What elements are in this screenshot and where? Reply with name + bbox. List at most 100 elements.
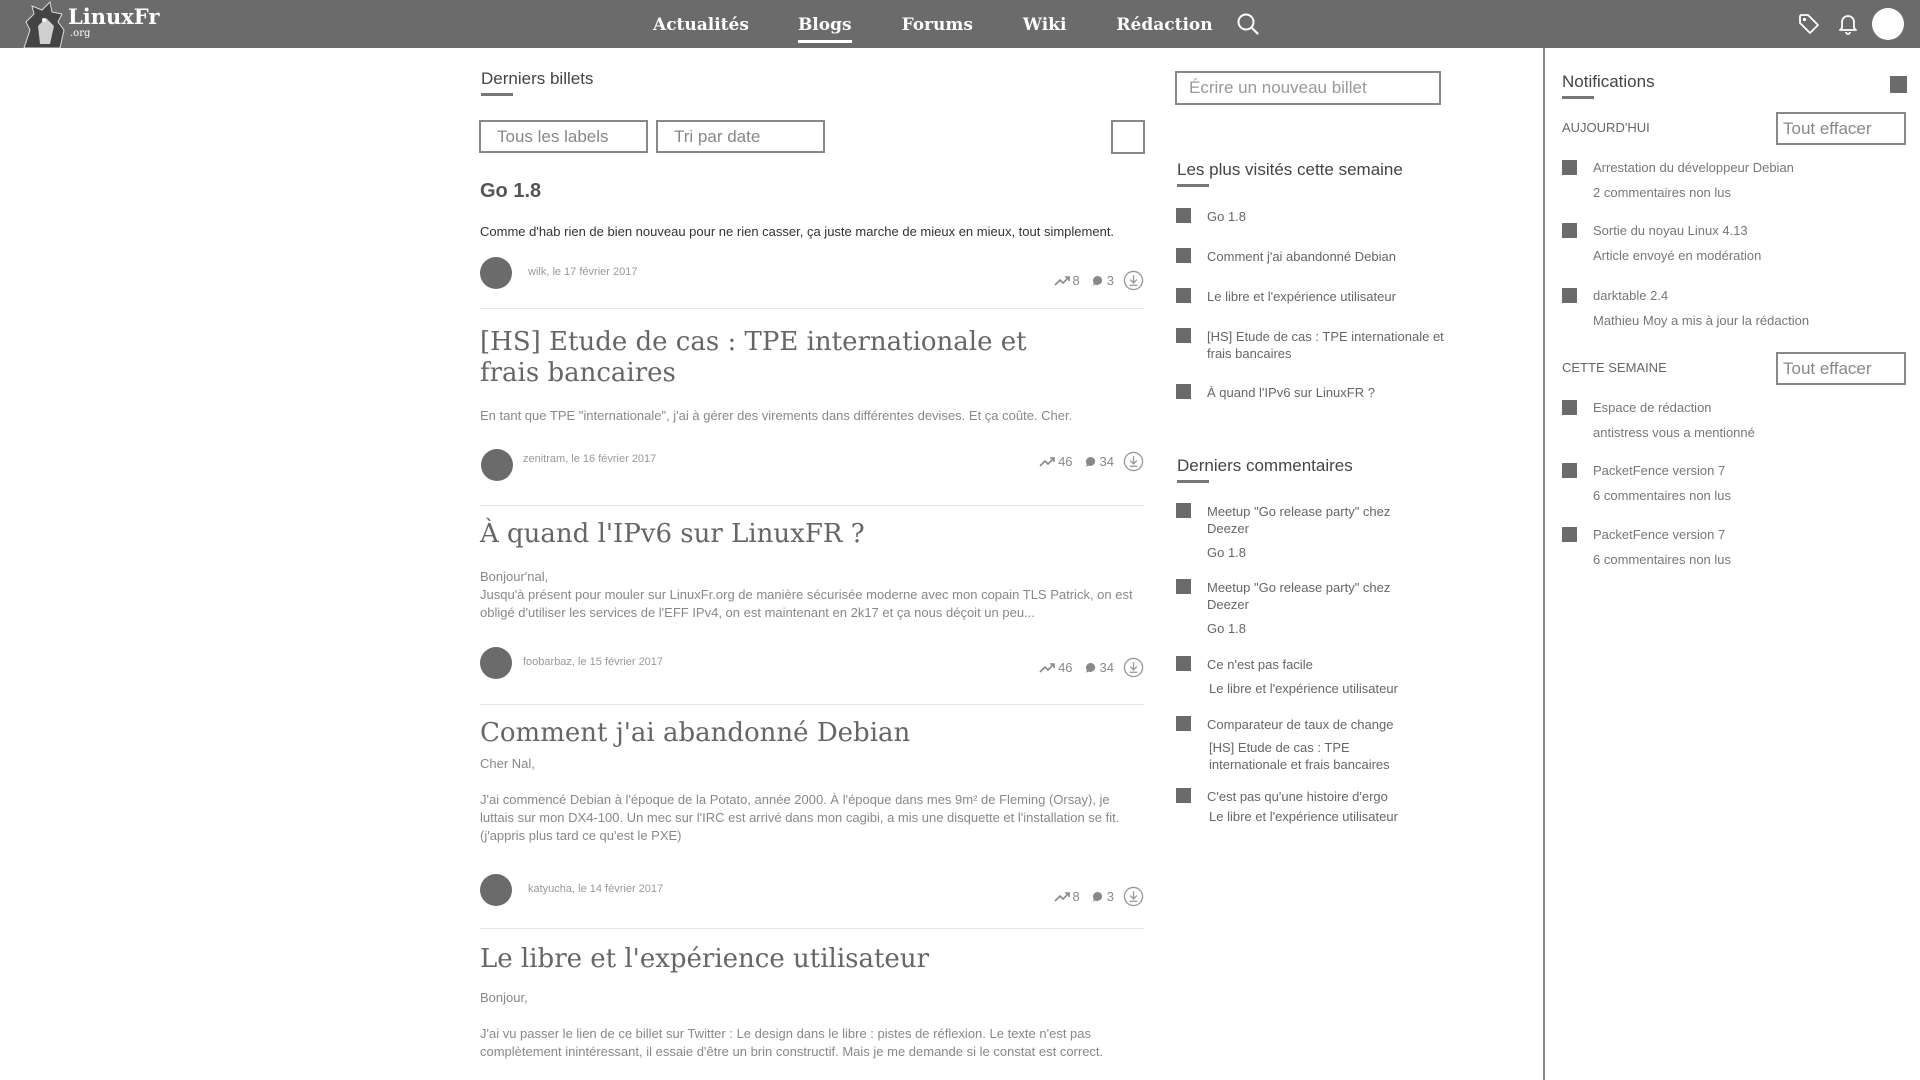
comment-icon [1085, 456, 1095, 467]
comment-count: 3 [1106, 273, 1114, 288]
trend-icon [1053, 275, 1070, 286]
logo-text[interactable]: LinuxFr [68, 4, 159, 29]
article-title[interactable]: Comment j'ai abandonné Debian [480, 718, 1144, 749]
most-visited-item[interactable]: Le libre et l'expérience utilisateur [1176, 288, 1446, 308]
most-visited-link[interactable]: [HS] Etude de cas : TPE internationale e… [1207, 328, 1445, 362]
notification-bullet[interactable] [1562, 400, 1577, 415]
nav-actualites[interactable]: Actualités [653, 0, 749, 48]
notification-detail: 6 commentaires non lus [1593, 488, 1732, 503]
most-visited-item[interactable]: Comment j'ai abandonné Debian [1176, 248, 1446, 268]
download-icon[interactable] [1123, 270, 1144, 291]
notification-item[interactable]: PacketFence version 7 6 commentaires non… [1562, 463, 1902, 507]
nav-blogs[interactable]: Blogs [797, 0, 852, 48]
close-panel-button[interactable] [1890, 76, 1907, 93]
notification-title[interactable]: Espace de rédaction [1593, 400, 1712, 415]
nav-forums[interactable]: Forums [902, 0, 973, 48]
view-toggle-button[interactable] [1111, 120, 1145, 154]
comments-stat[interactable]: 3 [1092, 273, 1114, 288]
author-avatar[interactable] [480, 874, 512, 906]
nav-redaction[interactable]: Rédaction [1116, 0, 1212, 48]
comment-item[interactable]: Ce n'est pas facile Le libre et l'expéri… [1176, 656, 1446, 696]
article-title[interactable]: À quand l'IPv6 sur LinuxFR ? [480, 519, 1144, 550]
article-intro: Bonjour'nal, [480, 569, 549, 584]
comment-article-link[interactable]: Go 1.8 [1207, 544, 1246, 561]
notifications-title: Notifications [1562, 72, 1655, 99]
notification-title[interactable]: darktable 2.4 [1593, 288, 1668, 303]
notification-title[interactable]: Arrestation du développeur Debian [1593, 160, 1794, 175]
comment-count: 34 [1099, 660, 1114, 675]
notification-bullet[interactable] [1562, 223, 1577, 238]
user-avatar[interactable] [1872, 8, 1904, 40]
article-title[interactable]: [HS] Etude de cas : TPE internationale e… [480, 327, 1080, 389]
notification-item[interactable]: PacketFence version 7 6 commentaires non… [1562, 527, 1902, 571]
article-author-date[interactable]: zenitram, le 16 février 2017 [523, 453, 656, 465]
comment-article-link[interactable]: [HS] Etude de cas : TPE internationale e… [1209, 739, 1409, 773]
write-new-post-input[interactable] [1175, 71, 1441, 105]
article-title[interactable]: Go 1.8 [480, 176, 1144, 207]
most-visited-item[interactable]: Go 1.8 [1176, 208, 1446, 228]
comment-item[interactable]: Meetup "Go release party" chez Deezer Go… [1176, 503, 1446, 563]
article-title[interactable]: Le libre et l'expérience utilisateur [480, 944, 1144, 975]
article-ipv6-linuxfr: À quand l'IPv6 sur LinuxFR ? Bonjour'nal… [480, 519, 1144, 679]
sort-select[interactable]: Tri par date [656, 120, 825, 153]
download-icon[interactable] [1123, 451, 1144, 472]
most-visited-item[interactable]: À quand l'IPv6 sur LinuxFR ? [1176, 384, 1446, 404]
comment-article-link[interactable]: Le libre et l'expérience utilisateur [1209, 808, 1398, 825]
notification-bullet[interactable] [1562, 463, 1577, 478]
notification-bullet[interactable] [1562, 160, 1577, 175]
comment-article-link[interactable]: Go 1.8 [1207, 620, 1246, 637]
article-excerpt: En tant que TPE "internationale", j'ai à… [480, 408, 1073, 423]
trend-stat: 46 [1039, 660, 1073, 675]
download-icon[interactable] [1123, 657, 1144, 678]
clear-week-button[interactable]: Tout effacer [1776, 352, 1906, 385]
comment-item[interactable]: Meetup "Go release party" chez Deezer Go… [1176, 579, 1446, 639]
most-visited-link[interactable]: À quand l'IPv6 sur LinuxFR ? [1207, 384, 1375, 401]
most-visited-link[interactable]: Le libre et l'expérience utilisateur [1207, 288, 1396, 305]
notification-bullet[interactable] [1562, 527, 1577, 542]
most-visited-link[interactable]: Comment j'ai abandonné Debian [1207, 248, 1396, 265]
notification-title[interactable]: PacketFence version 7 [1593, 463, 1725, 478]
most-visited-item[interactable]: [HS] Etude de cas : TPE internationale e… [1176, 328, 1446, 364]
comments-stat[interactable]: 34 [1085, 660, 1114, 675]
search-icon[interactable] [1236, 12, 1260, 36]
comments-stat[interactable]: 3 [1092, 889, 1114, 904]
comment-item[interactable]: C'est pas qu'une histoire d'ergo Le libr… [1176, 788, 1446, 828]
most-visited-link[interactable]: Go 1.8 [1207, 208, 1246, 225]
divider [480, 505, 1144, 506]
notification-item[interactable]: Espace de rédaction antistress vous a me… [1562, 400, 1902, 444]
comment-link[interactable]: C'est pas qu'une histoire d'ergo [1207, 788, 1388, 805]
notification-title[interactable]: Sortie du noyau Linux 4.13 [1593, 223, 1748, 238]
comment-link[interactable]: Comparateur de taux de change [1207, 716, 1393, 733]
notification-item[interactable]: Sortie du noyau Linux 4.13 Article envoy… [1562, 223, 1902, 267]
notification-detail: 2 commentaires non lus [1593, 185, 1732, 200]
article-author-date[interactable]: wilk, le 17 février 2017 [528, 266, 637, 278]
comment-link[interactable]: Meetup "Go release party" chez Deezer [1207, 579, 1417, 613]
logo[interactable] [20, 0, 72, 48]
article-author-date[interactable]: foobarbaz, le 15 février 2017 [523, 656, 663, 668]
trend-icon [1039, 662, 1055, 673]
bullet-icon [1176, 384, 1191, 399]
labels-filter-select[interactable]: Tous les labels [479, 120, 648, 153]
bell-icon[interactable] [1836, 12, 1860, 36]
nav-wiki[interactable]: Wiki [1023, 0, 1067, 48]
comment-link[interactable]: Ce n'est pas facile [1207, 656, 1313, 673]
comment-article-link[interactable]: Le libre et l'expérience utilisateur [1209, 680, 1398, 697]
penguin-logo-icon [23, 0, 65, 48]
notification-bullet[interactable] [1562, 288, 1577, 303]
author-avatar[interactable] [480, 647, 512, 679]
clear-today-button[interactable]: Tout effacer [1776, 112, 1906, 145]
notification-item[interactable]: Arrestation du développeur Debian 2 comm… [1562, 160, 1902, 204]
comments-stat[interactable]: 34 [1085, 454, 1114, 469]
article-excerpt: Jusqu'à présent pour mouler sur LinuxFr.… [480, 587, 1133, 620]
notification-item[interactable]: darktable 2.4 Mathieu Moy a mis à jour l… [1562, 288, 1902, 332]
notification-title[interactable]: PacketFence version 7 [1593, 527, 1725, 542]
download-icon[interactable] [1123, 886, 1144, 907]
bullet-icon [1176, 716, 1191, 731]
trend-icon [1039, 456, 1055, 467]
comment-link[interactable]: Meetup "Go release party" chez Deezer [1207, 503, 1417, 537]
comment-item[interactable]: Comparateur de taux de change [HS] Etude… [1176, 716, 1446, 776]
author-avatar[interactable] [480, 257, 512, 289]
tag-icon[interactable] [1797, 12, 1821, 36]
article-author-date[interactable]: katyucha, le 14 février 2017 [528, 883, 663, 895]
author-avatar[interactable] [481, 449, 513, 481]
